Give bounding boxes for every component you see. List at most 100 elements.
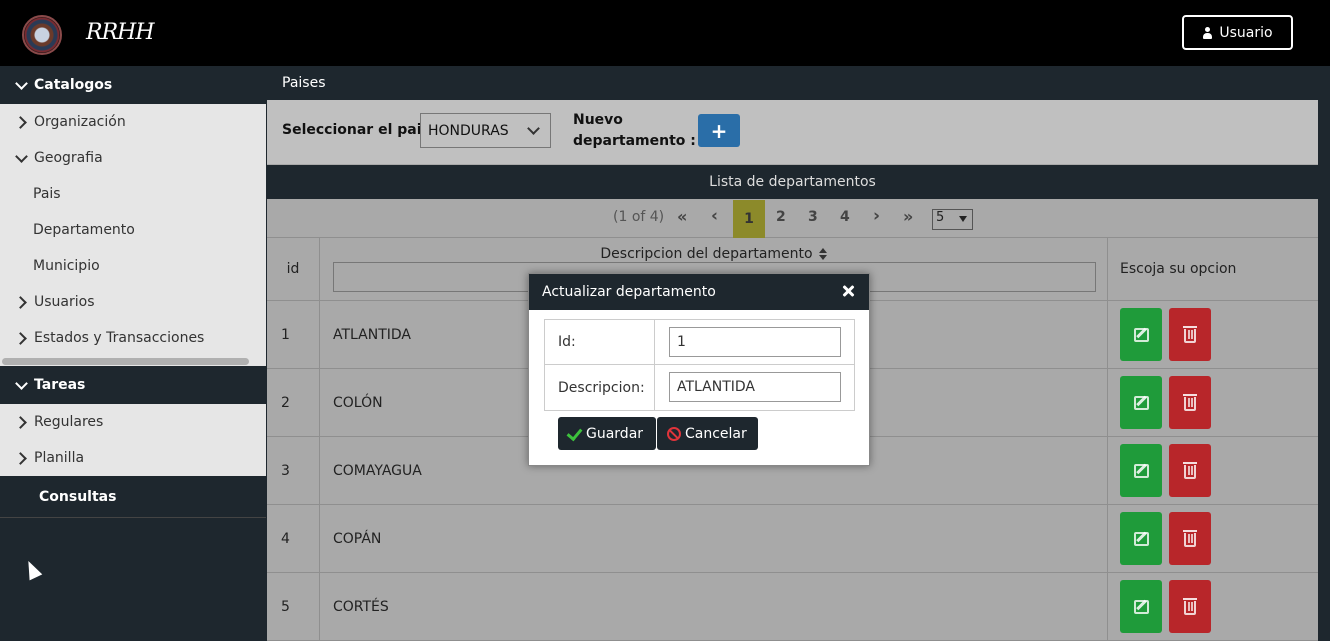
sidebar-item-geografia[interactable]: Geografia <box>0 140 266 176</box>
add-department-button[interactable]: + <box>698 114 740 147</box>
page-button-1[interactable]: 1 <box>733 200 765 238</box>
edit-icon <box>1133 463 1149 478</box>
vertical-scrollbar[interactable] <box>1318 66 1330 620</box>
delete-button[interactable] <box>1169 512 1211 565</box>
delete-button[interactable] <box>1169 376 1211 429</box>
scrollbar-thumb[interactable] <box>2 358 249 365</box>
trash-icon <box>1183 597 1197 615</box>
new-department-label-line1: Nuevo <box>573 112 623 128</box>
sidebar-item-label: Pais <box>33 186 61 202</box>
logo-text: RRHH <box>86 20 154 45</box>
sidebar-item-departamento[interactable]: Departamento <box>0 212 266 248</box>
id-input[interactable] <box>669 327 841 357</box>
chevron-down-icon <box>16 80 26 90</box>
sidebar-item-municipio[interactable]: Municipio <box>0 248 266 284</box>
dialog-title: Actualizar departamento <box>542 284 716 300</box>
country-select-value: HONDURAS <box>428 122 509 139</box>
check-icon <box>567 426 582 441</box>
prev-page-button[interactable]: ‹ <box>711 206 718 226</box>
sort-icon[interactable] <box>818 248 827 260</box>
sidebar-item-estados[interactable]: Estados y Transacciones <box>0 320 266 356</box>
sidebar-item-label: Planilla <box>34 450 85 466</box>
paginator: (1 of 4) « ‹ 1 2 3 4 › » 5 <box>267 200 1318 238</box>
delete-button[interactable] <box>1169 308 1211 361</box>
sidebar-item-planilla[interactable]: Planilla <box>0 440 266 476</box>
logo-icon[interactable] <box>22 15 62 55</box>
new-department-label: Nuevo departamento : <box>573 110 696 152</box>
sidebar-item-label: Organización <box>34 114 126 130</box>
rows-per-page-select[interactable]: 5 <box>932 209 973 230</box>
sidebar-item-label: Usuarios <box>34 294 95 310</box>
cell-desc: COPÁN <box>320 505 1108 572</box>
edit-icon <box>1133 531 1149 546</box>
section-title: Consultas <box>39 488 117 505</box>
cell-id: 4 <box>267 505 320 572</box>
id-label: Id: <box>545 320 655 364</box>
country-toolbar: Seleccionar el pais: HONDURAS Nuevo depa… <box>267 100 1318 164</box>
sidebar-item-label: Regulares <box>34 414 104 430</box>
sidebar-item-regulares[interactable]: Regulares <box>0 404 266 440</box>
desc-input[interactable] <box>669 372 841 402</box>
cell-options <box>1108 573 1318 640</box>
sidebar-item-label: Departamento <box>33 222 135 238</box>
page-button-2[interactable]: 2 <box>776 209 786 225</box>
edit-button[interactable] <box>1120 376 1162 429</box>
cell-options <box>1108 301 1318 368</box>
first-page-button[interactable]: « <box>677 207 687 226</box>
cell-desc: CORTÉS <box>320 573 1108 640</box>
cancel-button[interactable]: Cancelar <box>657 417 758 450</box>
new-department-label-line2: departamento : <box>573 133 696 149</box>
delete-button[interactable] <box>1169 580 1211 633</box>
cancel-button-label: Cancelar <box>685 425 747 442</box>
column-header-desc-text: Descripcion del departamento <box>600 246 813 262</box>
column-header-desc-label[interactable]: Descripcion del departamento <box>320 246 1107 262</box>
chevron-right-icon <box>16 417 26 427</box>
trash-icon <box>1183 325 1197 343</box>
sidebar-section-catalogos[interactable]: Catalogos <box>0 66 266 104</box>
table-row: 5 CORTÉS <box>267 573 1318 641</box>
sidebar-horizontal-scrollbar[interactable] <box>0 356 266 366</box>
form-row-id: Id: <box>545 320 854 365</box>
section-title: Catalogos <box>34 77 113 93</box>
dialog-form: Id: Descripcion: <box>544 319 855 411</box>
edit-icon <box>1133 395 1149 410</box>
sidebar-section-consultas[interactable]: Consultas <box>0 476 266 518</box>
close-icon[interactable] <box>842 285 854 297</box>
sidebar-item-usuarios[interactable]: Usuarios <box>0 284 266 320</box>
ban-icon <box>667 426 681 441</box>
save-button[interactable]: Guardar <box>558 417 656 450</box>
next-page-button[interactable]: › <box>873 206 880 226</box>
cell-options <box>1108 369 1318 436</box>
chevron-right-icon <box>16 333 26 343</box>
sidebar-item-organizacion[interactable]: Organización <box>0 104 266 140</box>
edit-button[interactable] <box>1120 308 1162 361</box>
plus-icon: + <box>710 118 728 143</box>
chevron-down-icon <box>16 380 26 390</box>
edit-button[interactable] <box>1120 512 1162 565</box>
form-row-desc: Descripcion: <box>545 365 854 410</box>
update-department-dialog: Actualizar departamento Id: Descripcion:… <box>528 273 870 466</box>
page-button-3[interactable]: 3 <box>808 209 818 225</box>
cell-id: 2 <box>267 369 320 436</box>
dialog-header[interactable]: Actualizar departamento <box>529 274 869 310</box>
select-country-label: Seleccionar el pais: <box>282 122 436 138</box>
column-header-options: Escoja su opcion <box>1120 261 1237 277</box>
delete-button[interactable] <box>1169 444 1211 497</box>
chevron-right-icon <box>16 297 26 307</box>
table-row: 4 COPÁN <box>267 505 1318 573</box>
sidebar-item-pais[interactable]: Pais <box>0 176 266 212</box>
edit-button[interactable] <box>1120 580 1162 633</box>
save-button-label: Guardar <box>586 425 644 442</box>
user-button[interactable]: Usuario <box>1182 15 1293 50</box>
edit-button[interactable] <box>1120 444 1162 497</box>
chevron-down-icon <box>16 153 26 163</box>
list-title: Lista de departamentos <box>267 165 1318 199</box>
last-page-button[interactable]: » <box>903 207 913 226</box>
sidebar-section-tareas[interactable]: Tareas <box>0 366 266 404</box>
country-select[interactable]: HONDURAS <box>420 113 551 148</box>
trash-icon <box>1183 529 1197 547</box>
column-header-id[interactable]: id <box>267 238 320 300</box>
tareas-menu: Regulares Planilla <box>0 404 266 476</box>
sidebar-item-label: Municipio <box>33 258 100 274</box>
page-button-4[interactable]: 4 <box>840 209 850 225</box>
